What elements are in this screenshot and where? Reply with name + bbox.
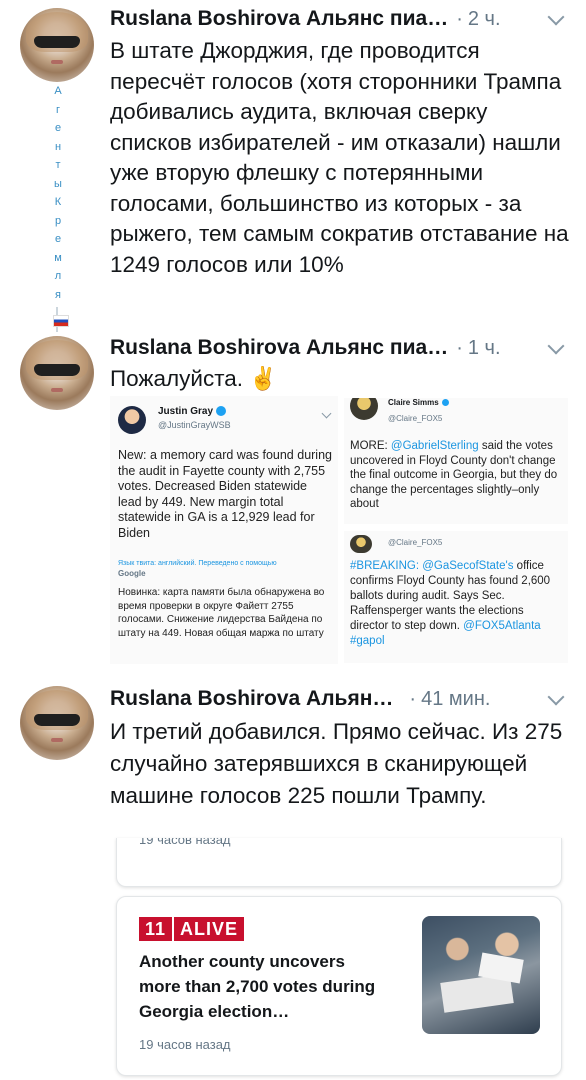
embedded-tweet-image-left[interactable]: Justin Gray @JustinGrayWSB New: a memory… bbox=[110, 396, 338, 664]
embed-handle: @JustinGrayWSB bbox=[158, 420, 231, 430]
russian-flag-icon bbox=[53, 315, 69, 327]
news-thumbnail-image[interactable] bbox=[422, 916, 540, 1034]
chevron-down-icon[interactable] bbox=[547, 8, 565, 26]
tweet-header: Ruslana Boshirova Альянс пиа… · 1 ч. bbox=[110, 333, 570, 363]
author-name[interactable]: Ruslana Boshirova Альянс пиа… bbox=[110, 7, 448, 31]
embedded-tweet-image-right-top[interactable]: Claire Simms @Claire_FOX5 MORE: @Gabriel… bbox=[344, 398, 568, 524]
chevron-down-icon[interactable] bbox=[547, 337, 565, 355]
mention-link[interactable]: @GabrielSterling bbox=[391, 440, 479, 452]
card-time-cut: 19 часов назад bbox=[139, 838, 231, 847]
watermark-letter: т bbox=[55, 159, 61, 171]
translate-note[interactable]: Язык твита: английский. Переведено с пом… bbox=[118, 560, 277, 567]
embed-handle: @Claire_FOX5 bbox=[388, 414, 443, 423]
chevron-down-icon[interactable] bbox=[547, 688, 565, 706]
embed-handle: @Claire_FOX5 bbox=[388, 538, 443, 547]
author-name[interactable]: Ruslana Boshirova Альянс пиа… bbox=[110, 336, 448, 360]
embed-translation: Новинка: карта памяти была обнаружена во… bbox=[118, 587, 325, 639]
news-card-previous[interactable]: 19 часов назад bbox=[116, 838, 562, 887]
hashtag-link[interactable]: #BREAKING: bbox=[350, 560, 419, 572]
author-name[interactable]: Ruslana Boshirova Альян… bbox=[110, 687, 393, 711]
avatar-icon bbox=[350, 535, 372, 553]
watermark-letter: ы bbox=[54, 177, 62, 190]
watermark-letter: я bbox=[55, 288, 61, 301]
watermark-letter: А bbox=[54, 85, 62, 97]
embedded-tweet-image-right-bottom[interactable]: @Claire_FOX5 #BREAKING: @GaSecofState's … bbox=[344, 531, 568, 663]
tweet-header: Ruslana Boshirova Альянс пиа… · 2 ч. bbox=[110, 4, 570, 34]
tweet-header: Ruslana Boshirova Альян… · 41 мин. bbox=[110, 684, 570, 714]
watermark-letter: е bbox=[54, 233, 62, 245]
mention-link[interactable]: @GaSecofState's bbox=[422, 560, 513, 572]
avatar-icon bbox=[118, 406, 146, 434]
watermark-letter: е bbox=[54, 122, 62, 134]
timestamp[interactable]: 2 ч. bbox=[468, 8, 501, 31]
embed-text: New: a memory card was found during the … bbox=[118, 448, 332, 540]
chevron-down-icon bbox=[321, 408, 332, 419]
watermark-letter: р bbox=[54, 214, 62, 227]
news-headline[interactable]: Another county uncovers more than 2,700 … bbox=[139, 949, 379, 1024]
avatar-icon bbox=[350, 398, 378, 420]
vertical-watermark-agents: Агенты bbox=[52, 85, 64, 196]
google-logo: Google bbox=[118, 569, 146, 578]
watermark-letter: м bbox=[54, 251, 62, 264]
embed-author: Claire Simms bbox=[388, 398, 439, 407]
watermark-letter: л bbox=[54, 270, 62, 282]
vertical-watermark-kremlin: Кремля bbox=[52, 196, 64, 307]
embed-author: Justin Gray bbox=[158, 406, 214, 417]
verified-icon bbox=[216, 406, 227, 417]
verified-icon bbox=[441, 399, 449, 407]
avatar[interactable] bbox=[20, 686, 94, 760]
timestamp[interactable]: 1 ч. bbox=[468, 337, 501, 360]
tweet-text: В штате Джорджия, где проводится пересчё… bbox=[110, 38, 569, 277]
tweet-text: Пожалуйста. ✌️ bbox=[110, 366, 278, 391]
timestamp[interactable]: 41 мин. bbox=[421, 688, 490, 711]
watermark-letter: г bbox=[55, 103, 60, 116]
avatar[interactable] bbox=[20, 8, 94, 82]
news-time: 19 часов назад bbox=[139, 1037, 231, 1052]
watermark-letter: К bbox=[54, 196, 62, 208]
embed-prefix: MORE: bbox=[350, 440, 388, 452]
watermark-letter: н bbox=[54, 140, 62, 153]
avatar[interactable] bbox=[20, 336, 94, 410]
11alive-logo: 11 ALIVE bbox=[139, 917, 245, 941]
tweet-text: И третий добавился. Прямо сейчас. Из 275… bbox=[110, 719, 563, 808]
